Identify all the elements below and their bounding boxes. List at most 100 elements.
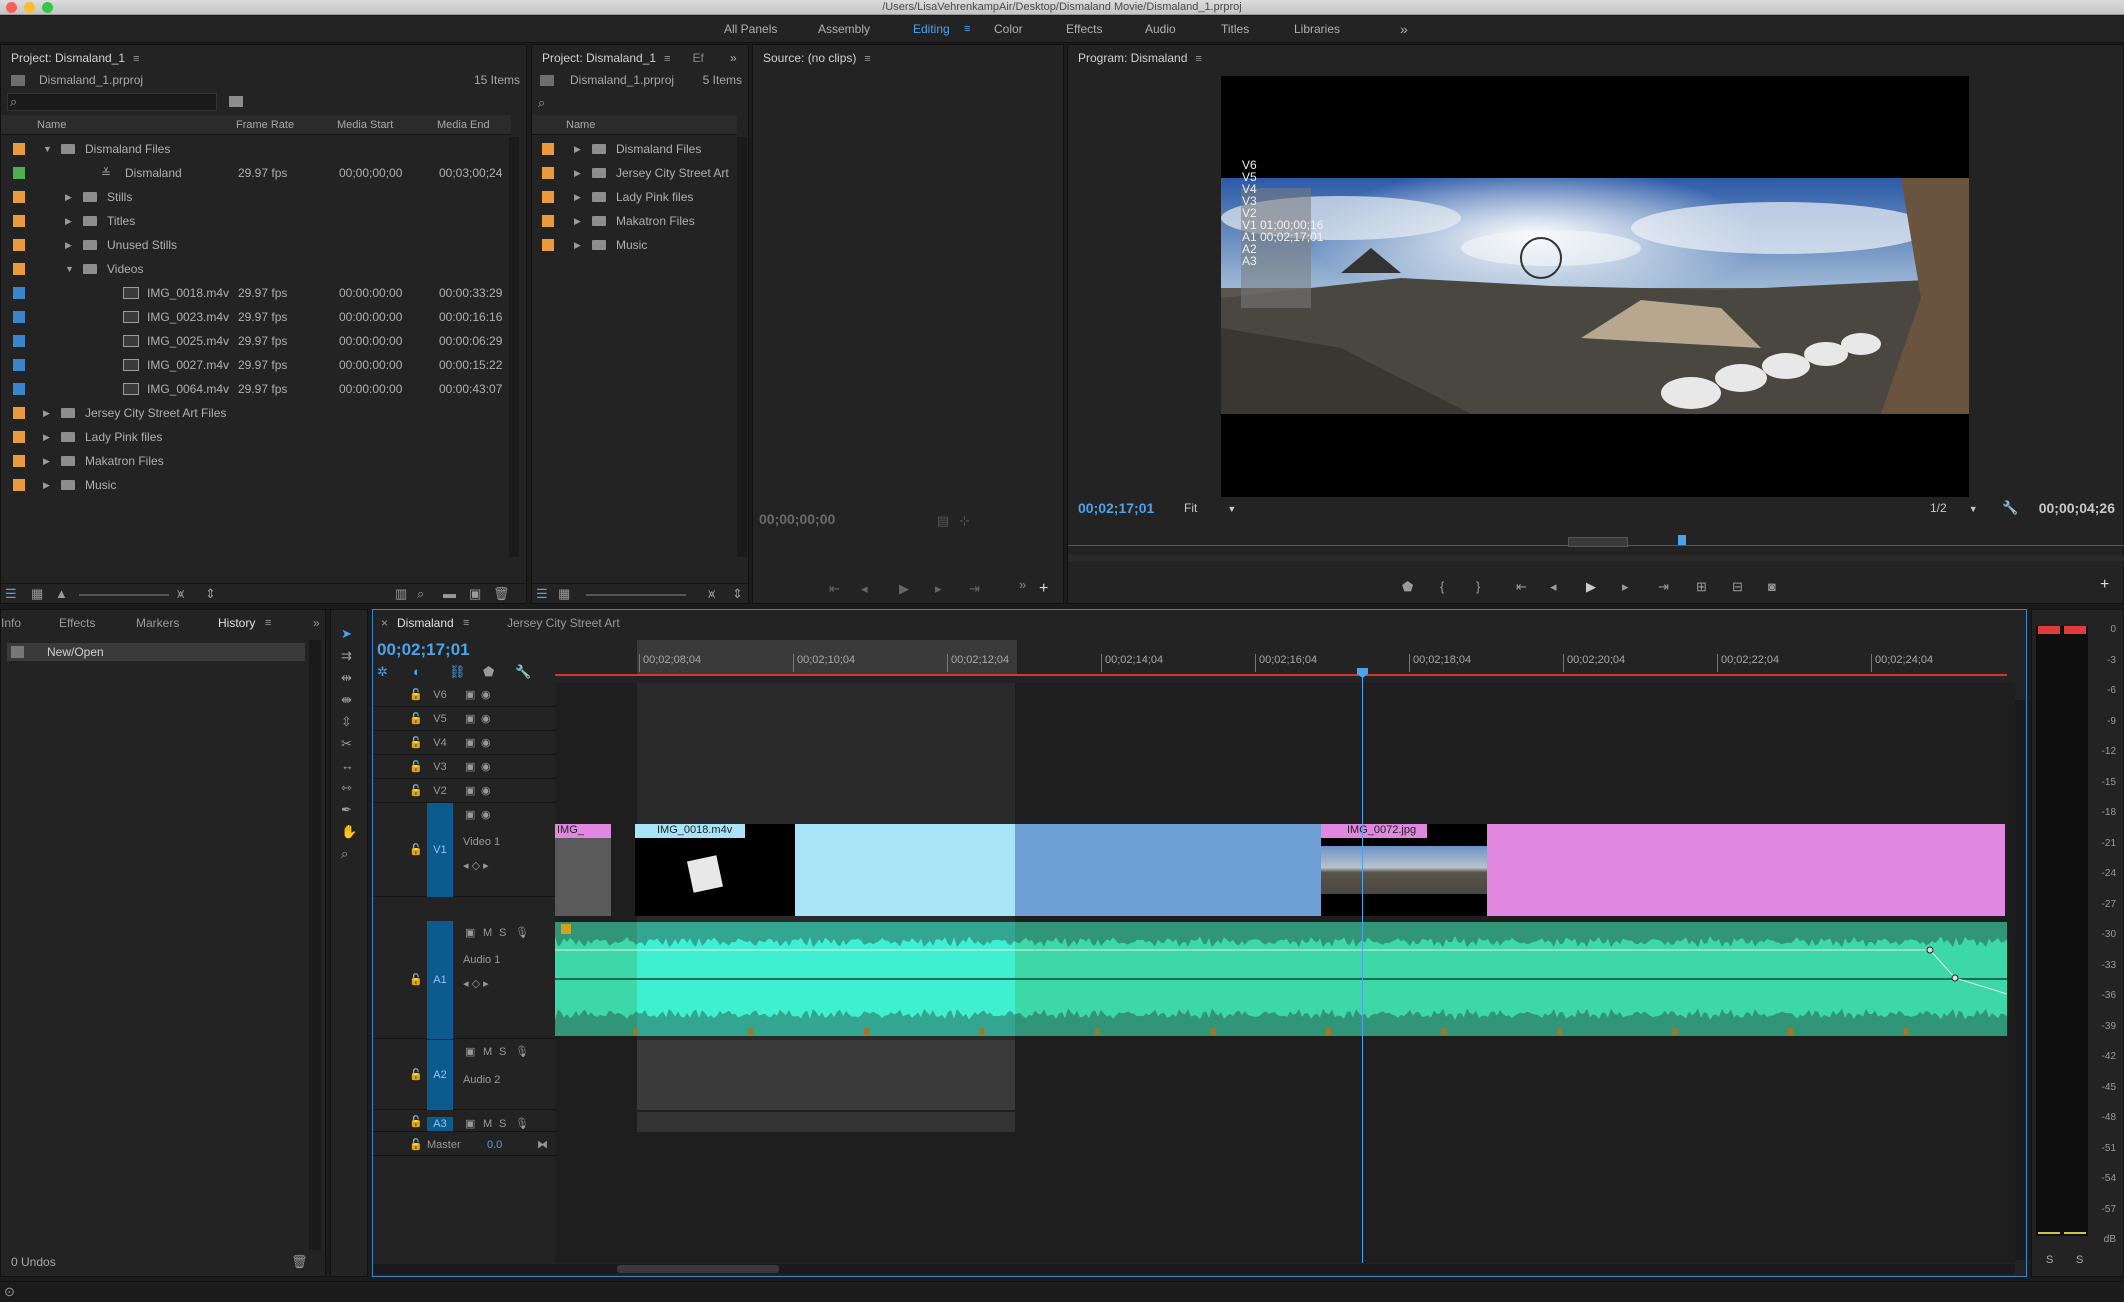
project-item-clip[interactable]: IMG_0064.m4v 29.97 fps 00:00:00:00 00:00:43… <box>1 377 506 401</box>
button-overflow-icon[interactable]: » <box>1019 577 1026 593</box>
tab-dismaland-sequence[interactable]: Dismaland <box>397 610 454 636</box>
step-forward-icon[interactable]: ▸ <box>935 581 942 597</box>
sync-lock-icon[interactable]: ▣ <box>465 712 475 726</box>
disclosure-closed-icon[interactable]: ▶ <box>574 185 581 209</box>
disclosure-closed-icon[interactable]: ▶ <box>574 209 581 233</box>
tab-effects[interactable]: Effects <box>59 610 95 636</box>
trash-icon[interactable]: 🗑 <box>291 1254 308 1270</box>
add-button-icon[interactable]: + <box>1039 581 1048 597</box>
workspace-audio[interactable]: Audio <box>1145 16 1176 43</box>
label-color-swatch[interactable] <box>13 311 25 323</box>
panel-menu-icon[interactable]: ≡ <box>265 610 271 636</box>
sort-order-icon[interactable]: ⇕ <box>205 586 216 602</box>
disclosure-closed-icon[interactable]: ▶ <box>43 473 50 497</box>
wrench-icon[interactable]: 🔧 <box>515 664 531 680</box>
rate-stretch-tool-icon[interactable]: ⇳ <box>341 714 352 730</box>
workspace-all-panels[interactable]: All Panels <box>724 16 777 43</box>
go-to-in-icon[interactable]: ⇤ <box>829 581 840 597</box>
lock-icon[interactable]: 🔓 <box>409 843 423 857</box>
new-bin-icon[interactable] <box>229 96 243 107</box>
project2-folder-item[interactable]: ▶ Lady Pink files <box>532 185 737 209</box>
disclosure-closed-icon[interactable]: ▶ <box>43 401 50 425</box>
meter-clip-right[interactable] <box>2064 626 2086 634</box>
zoom-slider[interactable] <box>79 594 169 596</box>
keyframe-nav-icon[interactable]: ◂ ◇ ▸ <box>463 859 489 873</box>
status-icon[interactable]: ⊙ <box>4 1284 15 1300</box>
panel-menu-icon[interactable]: ≡ <box>864 53 870 65</box>
sync-lock-icon[interactable]: ▣ <box>465 760 475 774</box>
clip-marker[interactable] <box>1672 1028 1678 1035</box>
program-zoom-scrollbar[interactable] <box>1068 555 2124 561</box>
panel-overflow-icon[interactable]: » <box>730 45 737 71</box>
project-scrollbar[interactable] <box>509 137 519 557</box>
sync-lock-icon[interactable]: ▣ <box>465 808 475 822</box>
clip-marker[interactable] <box>979 1028 985 1035</box>
eye-icon[interactable]: ◉ <box>481 712 491 726</box>
track-header-master[interactable]: 🔓 Master 0.0 ⧓ <box>373 1134 555 1156</box>
project-item-clip[interactable]: IMG_0027.m4v 29.97 fps 00:00:00:00 00:00:15… <box>1 353 506 377</box>
meter-clip-left[interactable] <box>2038 626 2060 634</box>
track-header-a2[interactable]: 🔓 A2 ▣ M S 🎙 Audio 2 <box>373 1040 555 1110</box>
timeline-timecode[interactable]: 00;02;17;01 <box>377 640 470 660</box>
solo-button[interactable]: S <box>499 926 506 940</box>
mute-button[interactable]: M <box>483 1045 492 1059</box>
icon-view-icon[interactable]: ▦ <box>31 586 43 602</box>
snap-icon[interactable]: ◐ <box>413 664 421 680</box>
disclosure-open-icon[interactable]: ▼ <box>43 137 52 161</box>
lock-icon[interactable]: 🔓 <box>409 712 423 726</box>
program-monitor-title[interactable]: Program: Dismaland ≡ <box>1068 45 1202 71</box>
project2-folder-item[interactable]: ▶ Dismaland Files <box>532 137 737 161</box>
project2-folder-item[interactable]: ▶ Music <box>532 233 737 257</box>
panel-menu-icon[interactable]: ≡ <box>1195 53 1201 65</box>
mute-button[interactable]: M <box>483 926 492 940</box>
disclosure-closed-icon[interactable]: ▶ <box>43 449 50 473</box>
tab-markers[interactable]: Markers <box>136 610 179 636</box>
label-color-swatch[interactable] <box>13 143 25 155</box>
project-item-folder[interactable]: ▶ Stills <box>1 185 506 209</box>
label-color-swatch[interactable] <box>542 215 554 227</box>
track-target-a1[interactable]: A1 <box>427 921 453 1039</box>
timeline-vertical-scrollbar[interactable] <box>2015 700 2025 1260</box>
eye-icon[interactable]: ◉ <box>481 784 491 798</box>
ripple-edit-tool-icon[interactable]: ⇹ <box>341 670 352 686</box>
step-back-icon[interactable]: ◂ <box>1550 579 1557 595</box>
sync-lock-icon[interactable]: ▣ <box>465 1117 475 1131</box>
timeline-scroll-thumb[interactable] <box>617 1265 779 1273</box>
label-color-swatch[interactable] <box>542 143 554 155</box>
zoom-window-icon[interactable] <box>42 2 53 13</box>
track-header-a3[interactable]: 🔓 A3 ▣ M S 🎙 <box>373 1112 555 1132</box>
play-icon[interactable]: ▶ <box>1586 579 1596 595</box>
clip-marker[interactable] <box>1095 1028 1100 1035</box>
effects-tab-truncated[interactable]: Ef <box>692 51 703 65</box>
sync-lock-icon[interactable]: ▣ <box>465 1045 475 1059</box>
timeline-ruler[interactable]: 00;02;08;04 00;02;10;04 00;02;12;04 00;02;1… <box>555 640 2015 680</box>
clip-img-0018[interactable]: IMG_0018.m4v <box>635 824 795 916</box>
go-to-in-icon[interactable]: ⇤ <box>1516 579 1527 595</box>
sync-lock-icon[interactable]: ▣ <box>465 688 475 702</box>
project-item-folder[interactable]: ▶ Lady Pink files <box>1 425 506 449</box>
col-media-end[interactable]: Media End <box>437 115 490 135</box>
label-color-swatch[interactable] <box>13 455 25 467</box>
clip-marker[interactable] <box>1441 1028 1447 1035</box>
clip-marker[interactable] <box>1557 1028 1562 1035</box>
extract-icon[interactable]: ⊟ <box>1732 579 1743 595</box>
project2-scrollbar[interactable] <box>737 137 747 557</box>
program-resolution-dropdown[interactable]: 1/2 ▼ <box>1930 501 1978 515</box>
freeform-view-icon[interactable]: ▲ <box>55 586 68 602</box>
track-target-v1[interactable]: V1 <box>427 803 453 897</box>
zoom-slider[interactable] <box>586 594 686 596</box>
play-icon[interactable]: ▶ <box>899 581 909 597</box>
list-view-icon[interactable]: ☰ <box>5 586 17 602</box>
sync-lock-icon[interactable]: ▣ <box>465 736 475 750</box>
col-media-start[interactable]: Media Start <box>337 115 393 135</box>
history-item[interactable]: New/Open <box>7 643 305 661</box>
project-item-sequence[interactable]: ≚ Dismaland 29.97 fps 00;00;00;00 00;03;00;2… <box>1 161 506 185</box>
export-frame-icon[interactable]: ◙ <box>1768 579 1776 595</box>
project-item-folder[interactable]: ▶ Jersey City Street Art Files <box>1 401 506 425</box>
close-window-icon[interactable] <box>6 2 17 13</box>
label-color-swatch[interactable] <box>542 191 554 203</box>
clip-blue[interactable] <box>1015 824 1321 916</box>
clip-marker[interactable] <box>1903 1028 1909 1035</box>
track-header-a1[interactable]: 🔓 A1 ▣ M S 🎙 Audio 1 ◂ ◇ ▸ <box>373 921 555 1039</box>
source-monitor-title[interactable]: Source: (no clips) ≡ <box>753 45 871 71</box>
